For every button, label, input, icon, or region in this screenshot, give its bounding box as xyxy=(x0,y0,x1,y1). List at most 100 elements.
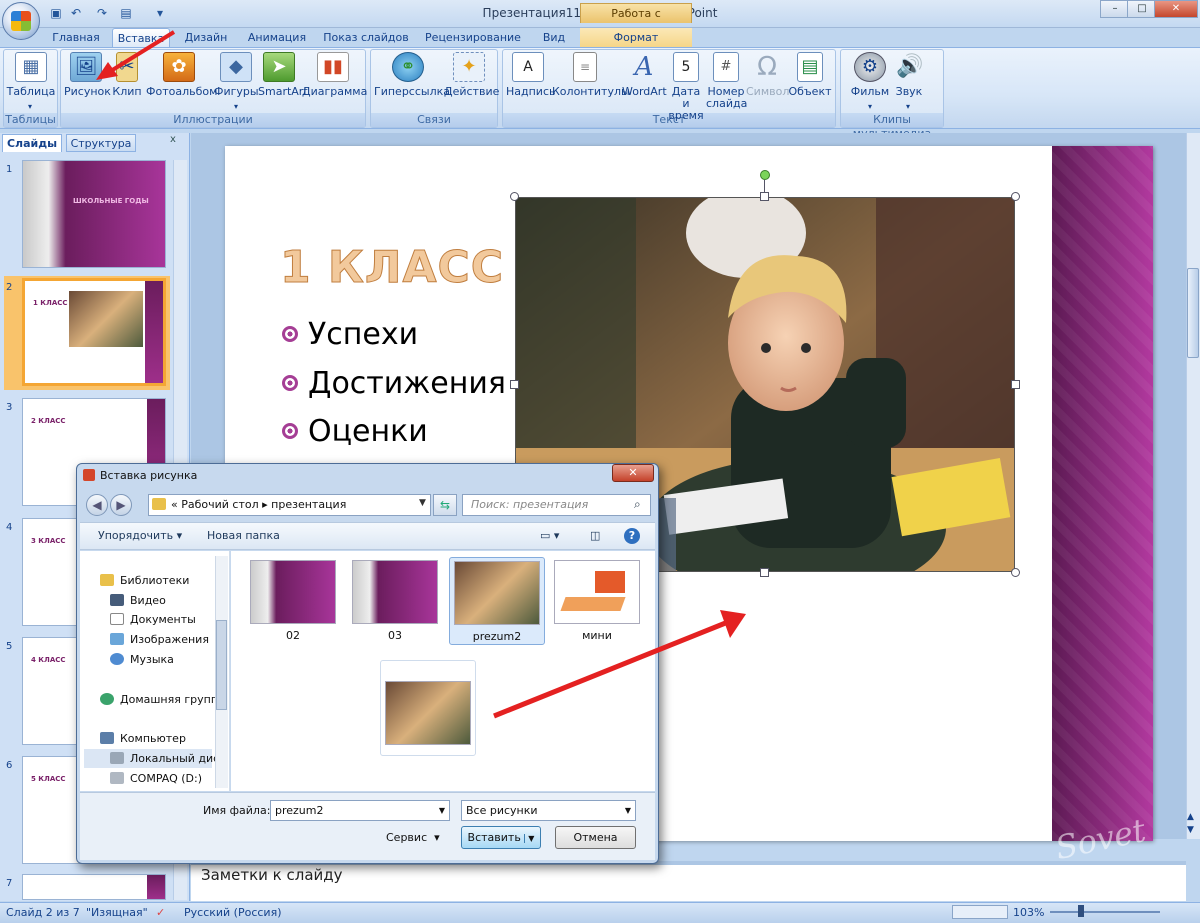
nav-item-computer[interactable]: Компьютер xyxy=(100,732,186,745)
address-segment[interactable]: презентация xyxy=(271,498,346,511)
maximize-button[interactable]: □ xyxy=(1127,0,1157,18)
disk-icon xyxy=(110,752,124,764)
hyperlink-button[interactable]: ⚭ Гиперссылка xyxy=(374,52,450,112)
slide-thumbnail-1[interactable]: ШКОЛЬНЫЕ ГОДЫ xyxy=(22,160,166,268)
address-dropdown-icon[interactable]: ▼ xyxy=(419,498,426,508)
status-language[interactable]: Русский (Россия) xyxy=(184,906,282,919)
tools-button[interactable]: Сервис ▾ xyxy=(386,831,440,844)
scrollbar-thumb[interactable] xyxy=(1187,268,1199,358)
bullet-item[interactable]: Успехи xyxy=(282,317,418,352)
close-button[interactable]: ✕ xyxy=(1154,0,1198,18)
insert-button[interactable]: Вставить ▼ xyxy=(461,826,541,849)
action-button[interactable]: ✦ Действие xyxy=(444,52,499,112)
nav-item-video[interactable]: Видео xyxy=(110,594,166,607)
search-input[interactable]: Поиск: презентация xyxy=(462,494,651,516)
header-footer-icon: ≡ xyxy=(573,52,597,82)
tab-review[interactable]: Рецензирование xyxy=(420,28,526,48)
nav-item-libraries[interactable]: Библиотеки xyxy=(100,574,189,587)
tab-design[interactable]: Дизайн xyxy=(178,28,234,48)
nav-item-music[interactable]: Музыка xyxy=(110,653,174,666)
nav-item-homegroup[interactable]: Домашняя группа xyxy=(100,693,225,706)
prev-slide-icon[interactable]: ▲ xyxy=(1187,812,1194,822)
nav-label: Локальный диск xyxy=(130,752,226,765)
organize-button[interactable]: Упорядочить ▾ xyxy=(98,529,182,542)
help-icon[interactable]: ? xyxy=(624,528,640,544)
bullet-item[interactable]: Оценки xyxy=(282,414,428,449)
filename-input[interactable]: prezum2 ▼ xyxy=(270,800,450,821)
close-pane-icon[interactable]: x xyxy=(170,134,186,150)
slide-number-icon: # xyxy=(713,52,739,82)
date-time-button[interactable]: 5 Дата и время xyxy=(668,52,704,122)
tab-format[interactable]: Формат xyxy=(580,28,692,48)
preview-pane-icon[interactable]: ◫ xyxy=(590,529,600,542)
resize-handle-n[interactable] xyxy=(760,192,769,201)
office-button[interactable] xyxy=(2,2,40,40)
nav-label: Компьютер xyxy=(120,732,186,745)
resize-handle-s[interactable] xyxy=(760,568,769,577)
omega-icon: Ω xyxy=(757,52,777,82)
resize-handle-e[interactable] xyxy=(1011,380,1020,389)
tab-animation[interactable]: Анимация xyxy=(242,28,312,48)
view-buttons[interactable] xyxy=(952,905,1008,919)
zoom-level[interactable]: 103% xyxy=(1013,906,1044,919)
cancel-button[interactable]: Отмена xyxy=(555,826,636,849)
file-item[interactable] xyxy=(380,660,476,756)
button-label: Таблица xyxy=(6,85,56,98)
slide-number: 2 xyxy=(6,282,13,293)
wordart-button[interactable]: A WordArt xyxy=(622,52,667,112)
forward-button[interactable]: ▶ xyxy=(110,494,132,516)
tab-slides[interactable]: Слайды xyxy=(2,134,62,152)
slide-thumbnail-7[interactable] xyxy=(22,874,166,900)
tab-outline[interactable]: Структура xyxy=(66,134,136,152)
nav-item-local-disk[interactable]: Локальный диск xyxy=(110,752,226,765)
slide-number-button[interactable]: # Номер слайда xyxy=(706,52,747,112)
file-item[interactable]: 03 xyxy=(350,560,440,642)
bullet-icon xyxy=(282,326,298,342)
file-name: 02 xyxy=(286,629,300,642)
nav-item-documents[interactable]: Документы xyxy=(110,613,196,626)
view-options-icon[interactable]: ▭ ▾ xyxy=(540,529,559,542)
textbox-button[interactable]: A Надпись xyxy=(506,52,556,112)
dialog-close-button[interactable]: ✕ xyxy=(612,464,654,482)
nav-scrollbar-thumb[interactable] xyxy=(216,620,227,710)
chart-button[interactable]: ▮▮ Диаграмма xyxy=(302,52,367,112)
bullet-item[interactable]: Достижения xyxy=(282,366,506,401)
address-bar[interactable]: « Рабочий стол ▸ презентация xyxy=(148,494,431,516)
zoom-slider[interactable] xyxy=(1050,911,1160,913)
dropdown-icon: ▾ xyxy=(28,102,33,111)
zoom-slider-thumb[interactable] xyxy=(1078,905,1084,917)
office-logo-icon xyxy=(11,11,31,31)
address-segment[interactable]: Рабочий стол xyxy=(181,498,258,511)
resize-handle-ne[interactable] xyxy=(1011,192,1020,201)
nav-item-pictures[interactable]: Изображения xyxy=(110,633,209,646)
new-folder-button[interactable]: Новая папка xyxy=(207,529,280,542)
object-button[interactable]: ▤ Объект xyxy=(788,52,832,112)
minimize-button[interactable]: – xyxy=(1100,0,1130,18)
nav-label: Библиотеки xyxy=(120,574,190,587)
table-icon: ▦ xyxy=(15,52,47,82)
dialog-title: Вставка рисунка xyxy=(100,469,198,482)
tab-slideshow[interactable]: Показ слайдов xyxy=(320,28,412,48)
symbol-button[interactable]: Ω Символ xyxy=(746,52,789,112)
smartart-button[interactable]: ➤ SmartArt xyxy=(258,52,308,112)
resize-handle-se[interactable] xyxy=(1011,568,1020,577)
next-slide-icon[interactable]: ▼ xyxy=(1187,825,1194,835)
slide-title[interactable]: 1 КЛАСС xyxy=(279,242,504,294)
slide-thumbnail-2[interactable]: 1 КЛАСС xyxy=(22,278,166,386)
slide-vertical-scrollbar[interactable] xyxy=(1186,133,1200,839)
file-item[interactable]: 02 xyxy=(248,560,338,642)
notes-placeholder[interactable]: Заметки к слайду xyxy=(201,866,343,884)
nav-item-compaq-d[interactable]: COMPAQ (D:) xyxy=(110,772,202,785)
refresh-button[interactable]: ⇆ xyxy=(433,494,457,516)
spellcheck-icon[interactable]: ✓ xyxy=(156,906,165,919)
resize-handle-w[interactable] xyxy=(510,380,519,389)
insert-dropdown-icon[interactable]: ▼ xyxy=(524,834,535,843)
slide-number: 7 xyxy=(6,878,13,889)
back-button[interactable]: ◀ xyxy=(86,494,108,516)
rotate-handle[interactable] xyxy=(760,170,770,180)
resize-handle-nw[interactable] xyxy=(510,192,519,201)
tab-view[interactable]: Вид xyxy=(534,28,574,48)
bullet-icon xyxy=(282,423,298,439)
header-footer-button[interactable]: ≡ Колонтитулы xyxy=(552,52,630,112)
file-type-select[interactable]: Все рисунки ▼ xyxy=(461,800,636,821)
